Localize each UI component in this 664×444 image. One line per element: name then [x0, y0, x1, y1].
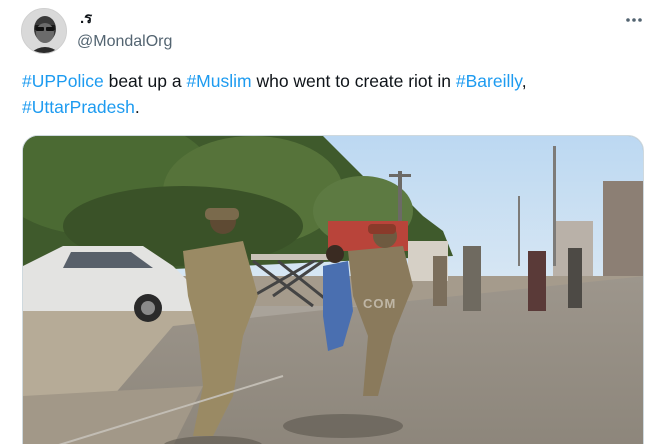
user-handle[interactable]: @MondalOrg: [77, 32, 172, 52]
tweet-text-part: beat up a: [103, 71, 187, 91]
hashtag-uppolice[interactable]: #UPPolice: [22, 71, 104, 91]
tweet-card: .ร @MondalOrg #UPPolice beat up a #Musli…: [0, 0, 664, 444]
tweet-text-part: ,: [521, 71, 527, 91]
hashtag-muslim[interactable]: #Muslim: [186, 71, 251, 91]
video-frame: [23, 136, 643, 444]
avatar[interactable]: [21, 8, 67, 54]
avatar-image: [22, 9, 66, 53]
tweet-text-part: .: [134, 97, 140, 117]
more-options-icon[interactable]: [624, 10, 644, 30]
tweet-text-part: who went to create riot in: [251, 71, 456, 91]
display-name[interactable]: .ร: [80, 10, 92, 28]
hashtag-bareilly[interactable]: #Bareilly: [456, 71, 522, 91]
tweet-text: #UPPolice beat up a #Muslim who went to …: [22, 68, 642, 120]
video-watermark: COM: [363, 296, 397, 311]
video-media[interactable]: COM: [22, 135, 644, 444]
hashtag-uttarpradesh[interactable]: #UttarPradesh: [22, 97, 135, 117]
